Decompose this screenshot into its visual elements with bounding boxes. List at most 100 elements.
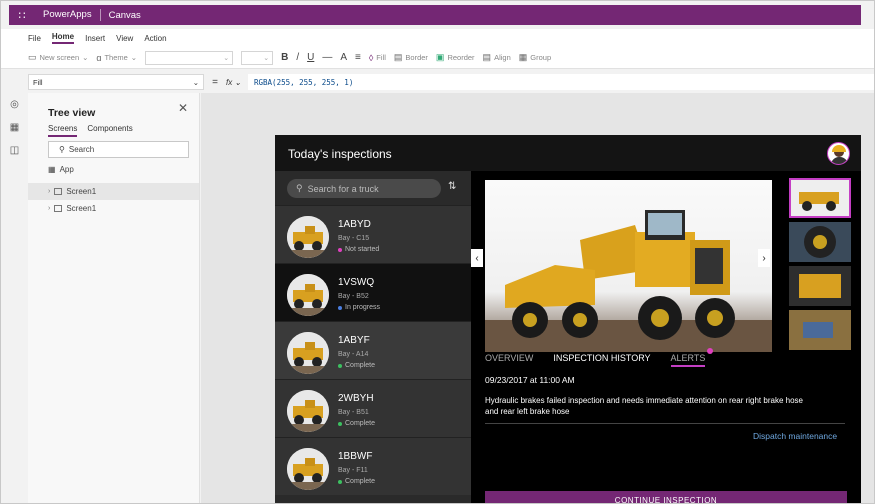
bold-button[interactable]: B <box>281 52 288 63</box>
app-name[interactable]: PowerApps <box>35 9 101 21</box>
tree-view-title: Tree view <box>48 107 96 119</box>
tree-item-screen[interactable]: › Screen1 <box>28 200 199 217</box>
truck-thumbnail <box>287 216 329 258</box>
truck-search-input[interactable]: ⚲ Search for a truck <box>287 179 441 198</box>
chevron-down-icon: ⌄ <box>82 53 89 62</box>
menu-bar: File Home Insert View Action <box>1 29 874 47</box>
tab-alerts[interactable]: ALERTS <box>670 348 714 367</box>
formula-input[interactable]: RGBA(255, 255, 255, 1) <box>248 74 874 90</box>
chevron-down-icon: ⌄ <box>130 53 138 62</box>
font-size-select[interactable]: ⌄ <box>241 50 274 65</box>
tree-search-input[interactable]: ⚲ Search <box>48 141 189 158</box>
new-screen-icon: ▭ <box>28 52 37 62</box>
divider <box>485 423 845 424</box>
app-title: Today's inspections <box>288 147 392 161</box>
layers-icon[interactable]: ◎ <box>10 99 19 110</box>
reorder-button[interactable]: ▣ Reorder <box>436 52 475 63</box>
strikethrough-button[interactable]: — <box>322 52 332 63</box>
list-item[interactable]: 1ABYF Bay - A14 Complete <box>275 321 471 379</box>
reorder-icon: ▣ <box>435 52 445 62</box>
font-family-select[interactable]: ⌄ <box>145 50 234 65</box>
tab-screens[interactable]: Screens <box>48 124 78 137</box>
status-dot <box>338 479 342 484</box>
sort-icon[interactable]: ⇅ <box>448 181 456 192</box>
app-header: Today's inspections <box>275 135 861 171</box>
italic-button[interactable]: / <box>296 52 299 63</box>
gallery-thumbnail[interactable] <box>789 222 851 262</box>
menu-home[interactable]: Home <box>51 32 75 44</box>
menu-file[interactable]: File <box>28 34 41 43</box>
app-screen[interactable]: Today's inspections ⚲ Search for a truck… <box>275 135 861 503</box>
truck-thumbnail <box>287 390 329 432</box>
status-badge: Complete <box>338 420 375 427</box>
fx-icon[interactable]: fx ⌄ <box>226 78 248 87</box>
status-badge: In progress <box>338 304 380 311</box>
components-icon[interactable]: ▦ <box>10 122 19 133</box>
new-screen-button[interactable]: ▭ New screen ⌄ <box>28 52 88 63</box>
gallery-thumbnail[interactable] <box>789 266 851 306</box>
fill-icon: ◊ <box>368 52 374 63</box>
chevron-right-icon[interactable]: › <box>48 205 50 212</box>
alert-message: Hydraulic brakes failed inspection and n… <box>485 396 803 416</box>
search-icon: ⚲ <box>59 145 65 154</box>
next-image-button[interactable]: › <box>758 249 770 267</box>
status-badge: Not started <box>338 246 379 253</box>
data-source-icon[interactable]: ◫ <box>10 145 19 156</box>
truck-bay: Bay - B52 <box>338 293 369 300</box>
close-icon[interactable]: ✕ <box>178 101 188 115</box>
underline-button[interactable]: U <box>307 52 314 63</box>
truck-detail-pane: ‹ › OVERVIEW INSPECTION HISTORY ALERTS 0… <box>471 171 861 503</box>
title-bar: ∷ PowerApps Canvas <box>9 5 861 25</box>
truck-bay: Bay - B51 <box>338 409 369 416</box>
tab-overview[interactable]: OVERVIEW <box>485 353 533 367</box>
border-icon: ▤ <box>393 52 403 62</box>
list-item[interactable]: 1VSWQ Bay - B52 In progress <box>275 263 471 321</box>
alert-badge <box>707 348 714 354</box>
fill-button[interactable]: ◊ Fill <box>369 53 386 63</box>
border-button[interactable]: ▤ Border <box>394 52 428 63</box>
property-select[interactable]: Fill ⌄ <box>28 74 204 90</box>
app-subtitle: Canvas <box>108 9 141 21</box>
align-icon: ▤ <box>482 52 492 62</box>
list-item[interactable]: 1ABYD Bay - C15 Not started <box>275 205 471 263</box>
align-button[interactable]: ▤ Align <box>483 52 511 63</box>
truck-id: 1BBWF <box>338 451 373 462</box>
avatar[interactable] <box>827 142 850 165</box>
tree-view-panel: Tree view ✕ Screens Components ⚲ Search … <box>28 93 200 503</box>
truck-bay: Bay - A14 <box>338 351 369 358</box>
gallery-thumbnail[interactable] <box>789 178 851 218</box>
menu-insert[interactable]: Insert <box>85 34 105 43</box>
tab-components[interactable]: Components <box>87 124 132 137</box>
truck-thumbnail <box>287 332 329 374</box>
gallery-thumbnail[interactable] <box>789 310 851 350</box>
app-icon: ▦ <box>48 165 56 174</box>
truck-id: 2WBYH <box>338 393 374 404</box>
continue-inspection-button[interactable]: CONTINUE INSPECTION <box>485 491 847 503</box>
dispatch-maintenance-link[interactable]: Dispatch maintenance <box>753 431 837 441</box>
status-dot <box>338 247 342 252</box>
left-rail: ◎ ▦ ◫ <box>1 93 28 503</box>
powerapps-window: ∷ PowerApps Canvas File Home Insert View… <box>0 0 875 504</box>
previous-image-button[interactable]: ‹ <box>471 249 483 267</box>
status-dot <box>338 363 342 368</box>
align-text-icon[interactable]: ≡ <box>355 52 361 63</box>
group-button[interactable]: ▦ Group <box>519 52 551 63</box>
chevron-right-icon[interactable]: › <box>48 188 50 195</box>
alert-timestamp: 09/23/2017 at 11:00 AM <box>485 375 575 385</box>
truck-id: 1ABYF <box>338 335 370 346</box>
tree-app-item[interactable]: ▦ App <box>48 165 74 174</box>
tree-tabs: Screens Components <box>48 124 133 137</box>
thumbnail-strip <box>789 178 851 358</box>
detail-tabs: OVERVIEW INSPECTION HISTORY ALERTS <box>485 348 714 367</box>
status-dot <box>338 421 342 426</box>
tree-item-screen[interactable]: › Screen1 <box>28 183 199 200</box>
theme-button[interactable]: ɑ Theme ⌄ <box>96 53 137 63</box>
menu-view[interactable]: View <box>116 34 133 43</box>
list-item[interactable]: 2WBYH Bay - B51 Complete <box>275 379 471 437</box>
app-launcher-icon[interactable]: ∷ <box>9 5 35 25</box>
truck-thumbnail <box>287 274 329 316</box>
tab-inspection-history[interactable]: INSPECTION HISTORY <box>553 353 650 367</box>
list-item[interactable]: 1BBWF Bay - F11 Complete <box>275 437 471 495</box>
font-size-button[interactable]: A <box>340 52 347 63</box>
menu-action[interactable]: Action <box>144 34 166 43</box>
